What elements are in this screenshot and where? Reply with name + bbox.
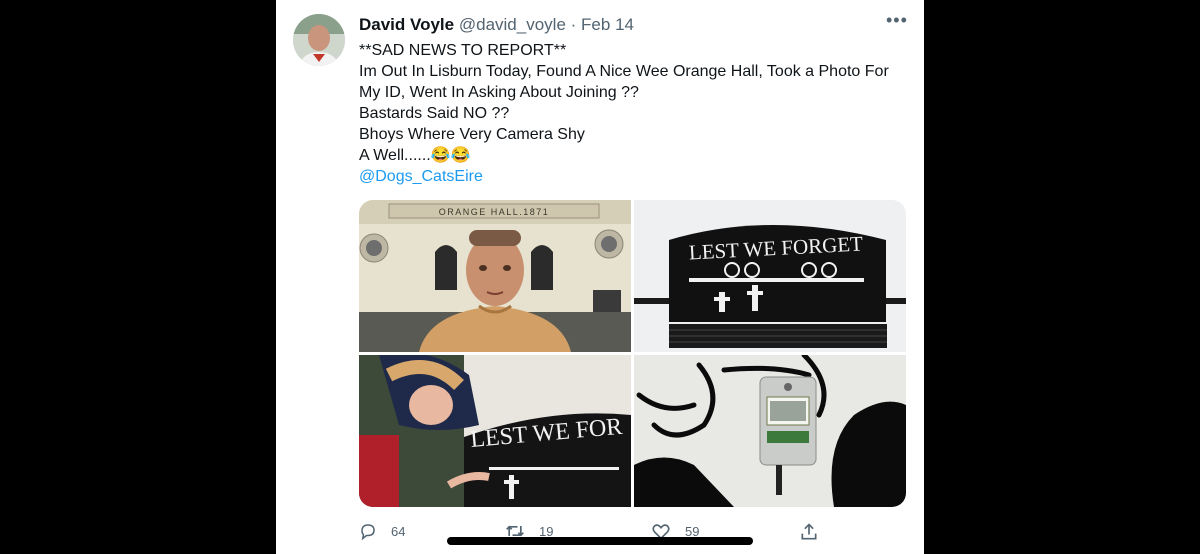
share-button[interactable] (799, 522, 819, 542)
tweet-header: David Voyle @david_voyle · Feb 14 (359, 15, 634, 35)
photo-memorial-bench[interactable]: LEST WE FORGET (634, 200, 906, 352)
tweet-line: Im Out In Lisburn Today, Found A Nice We… (359, 63, 889, 80)
author-handle[interactable]: @david_voyle (459, 15, 566, 34)
tweet-text: **SAD NEWS TO REPORT** Im Out In Lisburn… (359, 40, 904, 187)
reply-button[interactable]: 64 (359, 522, 405, 540)
avatar[interactable] (293, 14, 345, 66)
author-name[interactable]: David Voyle (359, 15, 454, 34)
reply-icon (359, 522, 377, 540)
tweet-line: **SAD NEWS TO REPORT** (359, 42, 567, 59)
more-icon[interactable]: ••• (886, 10, 908, 31)
meta-separator: · (570, 15, 577, 34)
tweet-line: A Well......😂😂 (359, 147, 471, 164)
photo-hooded-selfie[interactable]: LEST WE FOR (359, 355, 631, 507)
photo-grid: ORANGE HALL.1871 LEST WE FORGET LEST WE … (359, 200, 906, 507)
reply-count: 64 (391, 523, 406, 539)
share-icon (799, 522, 819, 542)
tweet-date[interactable]: Feb 14 (581, 15, 634, 34)
tweet-line: Bastards Said NO ?? (359, 105, 510, 122)
hall-sign-text: ORANGE HALL.1871 (439, 207, 550, 217)
tweet-line: My ID, Went In Asking About Joining ?? (359, 84, 639, 101)
horizontal-scrollbar[interactable] (447, 537, 753, 545)
photo-tag-closeup[interactable] (634, 355, 906, 507)
photo-orange-hall[interactable]: ORANGE HALL.1871 (359, 200, 631, 352)
mention-link[interactable]: @Dogs_CatsEire (359, 166, 904, 187)
tweet-line: Bhoys Where Very Camera Shy (359, 126, 585, 143)
